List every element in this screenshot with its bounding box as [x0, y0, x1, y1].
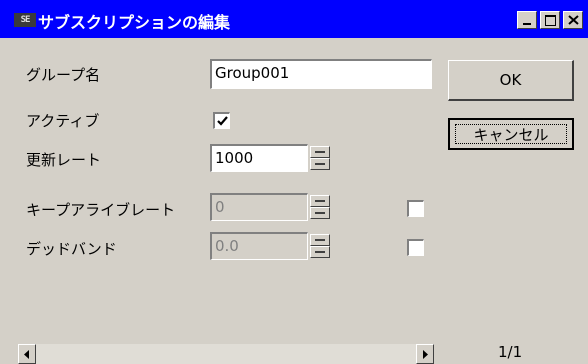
page-indicator: 1/1 — [498, 343, 523, 361]
keepalive-rate-spinner — [310, 195, 330, 219]
checkmark-icon — [217, 116, 228, 126]
cancel-button[interactable]: キャンセル — [448, 118, 574, 150]
keepalive-rate-label: キープアライブレート — [26, 201, 176, 219]
spinner-down-button — [310, 207, 330, 219]
close-button[interactable] — [563, 11, 583, 29]
spinner-down-button — [310, 246, 330, 258]
arrow-left-icon — [24, 350, 29, 359]
update-rate-input[interactable]: 1000 — [210, 144, 308, 172]
minimize-button[interactable] — [517, 11, 537, 29]
deadband-spinner — [310, 234, 330, 258]
spinner-up-button — [310, 234, 330, 246]
active-checkbox[interactable] — [213, 112, 230, 129]
cancel-button-label: キャンセル — [455, 124, 567, 144]
horizontal-scrollbar[interactable] — [18, 344, 434, 364]
keepalive-enable-checkbox[interactable] — [407, 200, 424, 217]
keepalive-rate-input: 0 — [210, 193, 308, 221]
update-rate-spinner[interactable] — [310, 146, 330, 170]
scroll-right-button[interactable] — [416, 344, 434, 364]
ok-button[interactable]: OK — [448, 60, 574, 101]
app-icon: SE — [14, 13, 36, 27]
maximize-button[interactable] — [540, 11, 560, 29]
subscription-edit-dialog: SE サブスクリプションの編集 グループ名 Group001 アクティブ 更新レ… — [0, 0, 588, 364]
deadband-input: 0.0 — [210, 232, 308, 260]
deadband-label: デッドバンド — [26, 240, 117, 258]
active-label: アクティブ — [26, 112, 100, 130]
title-bar[interactable]: SE サブスクリプションの編集 — [0, 0, 588, 38]
scroll-left-button[interactable] — [18, 344, 36, 364]
deadband-enable-checkbox[interactable] — [407, 239, 424, 256]
close-icon — [568, 15, 579, 25]
group-name-label: グループ名 — [26, 66, 101, 84]
window-title: サブスクリプションの編集 — [38, 13, 231, 32]
arrow-right-icon — [423, 350, 428, 359]
spinner-down-button[interactable] — [310, 158, 330, 170]
spinner-up-button[interactable] — [310, 146, 330, 158]
update-rate-label: 更新レート — [26, 151, 102, 169]
group-name-input[interactable]: Group001 — [210, 59, 432, 89]
spinner-up-button — [310, 195, 330, 207]
